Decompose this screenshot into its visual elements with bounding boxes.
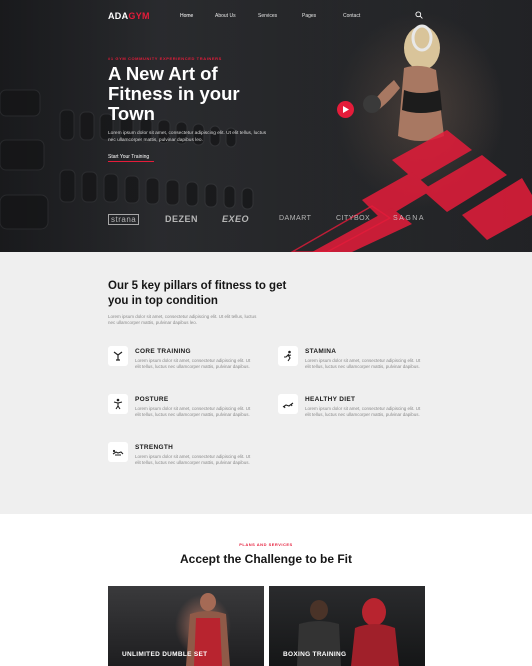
play-video-button[interactable]	[337, 101, 354, 118]
hero-tagline: #1 Gym Community Experienced Trainers	[108, 56, 222, 61]
feature-description: Lorem ipsum dolor sit amet, consectetur …	[305, 358, 421, 369]
search-icon[interactable]	[415, 11, 423, 19]
strength-icon	[108, 442, 128, 462]
brand-logo-strana: strana	[108, 214, 140, 225]
plan-card-dumble-set[interactable]: UNLIMITED DUMBLE SET	[108, 586, 264, 666]
brand-logo-damart: DAMART	[279, 215, 312, 222]
cta-underline	[108, 161, 154, 162]
fitness-pillars-section: Our 5 key pillars of fitness to get you …	[0, 252, 532, 514]
feature-title: CORE TRAINING	[135, 348, 191, 355]
feature-strength: STRENGTH Lorem ipsum dolor sit amet, con…	[108, 442, 258, 482]
nav-link-home[interactable]: Home	[180, 13, 193, 19]
hero-title: A New Art of Fitness in your Town	[108, 63, 240, 124]
feature-description: Lorem ipsum dolor sit amet, consectetur …	[135, 454, 251, 465]
healthy-diet-icon	[278, 394, 298, 414]
pillars-title: Our 5 key pillars of fitness to get you …	[108, 280, 287, 307]
stamina-icon	[278, 346, 298, 366]
hero-section: ADAGYM Home About Us Services Pages Cont…	[0, 0, 532, 252]
feature-title: STAMINA	[305, 348, 337, 355]
feature-title: STRENGTH	[135, 444, 174, 451]
plans-title: Accept the Challenge to be Fit	[179, 552, 353, 566]
red-graphic-shapes	[290, 130, 532, 252]
feature-title: HEALTHY DIET	[305, 396, 356, 403]
brand-logo-exeo: EXEO	[222, 214, 250, 224]
logo-part-1: ADA	[108, 11, 129, 21]
core-training-icon	[108, 346, 128, 366]
feature-core-training: CORE TRAINING Lorem ipsum dolor sit amet…	[108, 346, 258, 386]
logo[interactable]: ADAGYM	[108, 11, 150, 21]
play-icon	[343, 106, 349, 113]
feature-posture: POSTURE Lorem ipsum dolor sit amet, cons…	[108, 394, 258, 434]
brand-logo-sagna: SAGNA	[393, 215, 426, 222]
posture-icon	[108, 394, 128, 414]
nav-link-contact[interactable]: Contact	[343, 13, 360, 19]
feature-description: Lorem ipsum dolor sit amet, consectetur …	[135, 406, 251, 417]
main-navigation: ADAGYM Home About Us Services Pages Cont…	[0, 0, 532, 32]
hero-description: Lorem ipsum dolor sit amet, consectetur …	[108, 131, 267, 143]
brand-logo-dezen: DEZEN	[165, 214, 199, 224]
plan-card-label: BOXING TRAINING	[283, 651, 347, 658]
brand-logo-citybox: CITYBOX	[336, 215, 371, 222]
nav-link-services[interactable]: Services	[258, 13, 277, 19]
plans-tag: Plans and Services	[239, 542, 293, 547]
plan-card-label: UNLIMITED DUMBLE SET	[122, 651, 208, 658]
brand-logos: strana DEZEN EXEO DAMART CITYBOX SAGNA	[108, 214, 428, 226]
feature-description: Lorem ipsum dolor sit amet, consectetur …	[305, 406, 421, 417]
nav-link-about-us[interactable]: About Us	[215, 13, 236, 19]
nav-link-pages[interactable]: Pages	[302, 13, 316, 19]
pillars-description: Lorem ipsum dolor sit amet, consectetur …	[108, 314, 257, 325]
feature-healthy-diet: HEALTHY DIET Lorem ipsum dolor sit amet,…	[278, 394, 428, 434]
feature-title: POSTURE	[135, 396, 169, 403]
start-training-link[interactable]: Start Your Training	[108, 154, 149, 160]
feature-description: Lorem ipsum dolor sit amet, consectetur …	[135, 358, 251, 369]
logo-part-2: GYM	[128, 11, 150, 21]
feature-stamina: STAMINA Lorem ipsum dolor sit amet, cons…	[278, 346, 428, 386]
plans-section: Plans and Services Accept the Challenge …	[0, 514, 532, 666]
plan-card-boxing[interactable]: BOXING TRAINING	[269, 586, 425, 666]
